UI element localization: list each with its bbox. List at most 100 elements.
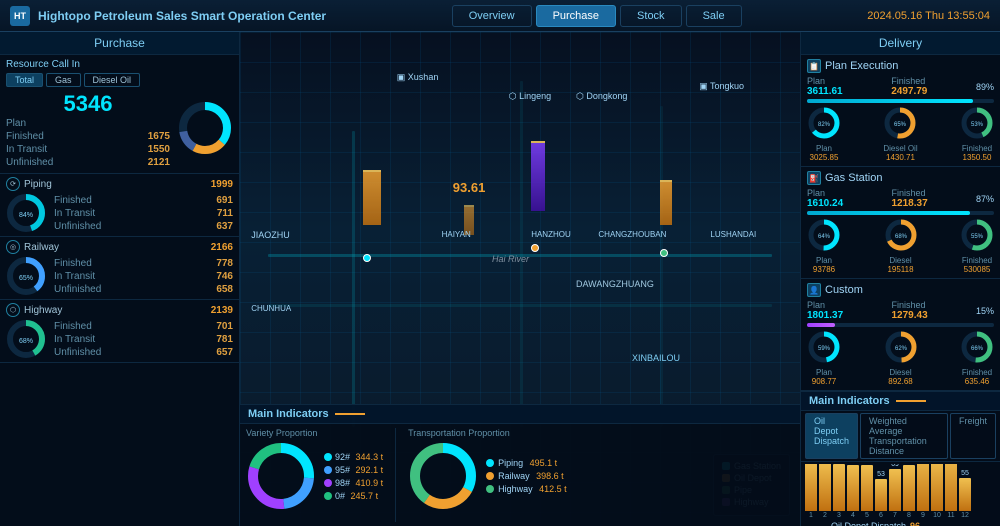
resource-title: Resource Call In xyxy=(6,59,233,70)
custom-icon: 👤 xyxy=(807,283,821,297)
svg-text:55%: 55% xyxy=(971,234,984,240)
right-chart-content: 821822783754755536697758969871095115512 xyxy=(801,462,1000,519)
legend-highway-t: Highway 412.5 t xyxy=(486,484,567,494)
svg-text:64%: 64% xyxy=(818,234,831,240)
label-lushan: LUSHANDAI xyxy=(710,230,756,239)
label-xinbailou: XINBAILOU xyxy=(632,353,680,363)
label-92: 92# xyxy=(335,452,350,462)
highway-icon: ⬡ xyxy=(6,303,20,317)
svg-text:53%: 53% xyxy=(971,122,984,128)
tab-stock[interactable]: Stock xyxy=(620,5,682,27)
tdot-piping xyxy=(486,459,494,467)
tab-purchase[interactable]: Purchase xyxy=(536,5,616,27)
tval-piping: 495.1 t xyxy=(527,458,557,468)
subtab-freight[interactable]: Freight xyxy=(950,413,996,459)
r-bar-item: 969 xyxy=(917,464,929,519)
plan-title: Plan Execution xyxy=(825,60,898,72)
gas-mini-val-2: 195118 xyxy=(884,265,918,274)
label-tongkuo: ▣ Tongkuo xyxy=(699,81,744,92)
r-bar-item: 9511 xyxy=(945,464,957,519)
val-95: 292.1 t xyxy=(353,465,383,475)
left-panel-header: Purchase xyxy=(0,32,239,55)
legend-railway: Railway 398.6 t xyxy=(486,471,567,481)
r-bar-item: 697 xyxy=(889,464,901,519)
piping-plan: 1999 xyxy=(211,179,233,190)
resource-tab-gas[interactable]: Gas xyxy=(46,73,81,87)
piping-section: ⟳ Piping 1999 84% Finished691 In Transit… xyxy=(0,174,239,237)
r-bar-item: 821 xyxy=(805,464,817,519)
r-bar-item: 758 xyxy=(903,464,915,519)
val-98: 410.9 t xyxy=(353,478,383,488)
custom-progress-fill xyxy=(807,323,835,327)
gas-progress-fill xyxy=(807,211,970,215)
resource-section: Resource Call In Total Gas Diesel Oil 53… xyxy=(0,55,239,174)
custom-plan-row: Plan 1801.37 Finished 1279.43 15% xyxy=(807,300,994,321)
top-nav: HT Hightopo Petroleum Sales Smart Operat… xyxy=(0,0,1000,32)
tlabel-railway: Railway xyxy=(498,471,530,481)
custom-plan-val: 1801.37 xyxy=(807,310,843,321)
dispatch-value: 96 xyxy=(910,521,920,526)
right-bottom-title: Main Indicators xyxy=(809,395,890,407)
dot-0 xyxy=(324,492,332,500)
variety-chart-area: 92# 344.3 t 95# 292.1 t xyxy=(246,441,383,511)
custom-title: 👤 Custom xyxy=(807,283,994,297)
subtab-oil-depot[interactable]: Oil Depot Dispatch xyxy=(805,413,858,459)
gas-progress xyxy=(807,211,994,215)
custom-mini-1: 59% Plan 908.77 xyxy=(807,330,841,386)
variety-proportion: Variety Proportion xyxy=(246,428,383,522)
main-layout: Purchase Resource Call In Total Gas Dies… xyxy=(0,32,1000,526)
label-hanzhou: HANZHOU xyxy=(531,230,571,239)
gas-station-section: ⛽ Gas Station Plan 1610.24 Finished 1218… xyxy=(801,167,1000,279)
svg-text:62%: 62% xyxy=(894,346,907,352)
variety-legend: 92# 344.3 t 95# 292.1 t xyxy=(324,452,383,501)
bottom-title-line xyxy=(335,413,365,415)
transport-chart-area: Piping 495.1 t Railway 398.6 t xyxy=(408,441,567,511)
mini-val-2: 1430.71 xyxy=(883,153,917,162)
bar-jiaozhou xyxy=(363,170,381,225)
bar-center xyxy=(531,141,545,211)
dispatch-label: Oil Depot Dispatch xyxy=(831,521,906,526)
tab-overview[interactable]: Overview xyxy=(452,5,532,27)
mini-val-3: 1350.50 xyxy=(960,153,994,162)
gas-plan-val: 1610.24 xyxy=(807,198,843,209)
mini-donut-1: 82% Plan 3025.85 xyxy=(807,106,841,162)
gas-plan-row: Plan 1610.24 Finished 1218.37 87% xyxy=(807,188,994,209)
gas-mini-2: 68% Diesel 195118 xyxy=(884,218,918,274)
label-xushan: ▣ Xushan xyxy=(397,72,439,83)
plan-progress-fill xyxy=(807,99,973,103)
subtab-weighted[interactable]: Weighted Average Transportation Distance xyxy=(860,413,948,459)
label-dongkong: ⬡ Dongkong xyxy=(576,91,627,102)
center-map: ▣ Xushan ⬡ Lingeng ⬡ Dongkong ▣ Tongkuo … xyxy=(240,32,800,526)
railway-icon: ◎ xyxy=(6,240,20,254)
plan-val: 3611.61 xyxy=(807,86,843,97)
svg-text:65%: 65% xyxy=(19,275,33,282)
plan-mini-donuts: 82% Plan 3025.85 65% Diesel Oil 1430.71 xyxy=(807,106,994,162)
plan-percent: 89% xyxy=(976,82,994,92)
highway-section: ⬡ Highway 2139 68% Finished701 In Transi… xyxy=(0,300,239,363)
transport-proportion: Transportation Proportion xyxy=(408,428,567,522)
r-bar-item: 536 xyxy=(875,471,887,519)
railway-label: Railway xyxy=(24,242,59,253)
gas-mini-donuts: 64% Plan 93786 68% Diesel 195118 xyxy=(807,218,994,274)
resource-total: 5346 xyxy=(6,91,170,117)
label-lingeng: ⬡ Lingeng xyxy=(509,91,551,102)
railway-donut: 65% xyxy=(6,256,46,296)
label-changzhou: CHANGZHOUBAN xyxy=(598,230,666,239)
transport-legend: Piping 495.1 t Railway 398.6 t xyxy=(486,458,567,494)
tab-sale[interactable]: Sale xyxy=(686,5,742,27)
legend-0: 0# 245.7 t xyxy=(324,491,383,501)
bottom-left-panel: Main Indicators Variety Proportion xyxy=(240,405,800,526)
plan-progress xyxy=(807,99,994,103)
transport-donut-svg xyxy=(408,441,478,511)
cus-mini-val-2: 892.68 xyxy=(884,377,918,386)
tdot-railway xyxy=(486,472,494,480)
charts-row: Variety Proportion xyxy=(240,424,800,526)
mini-donut-2: 65% Diesel Oil 1430.71 xyxy=(883,106,917,162)
gas-mini-val-3: 530085 xyxy=(960,265,994,274)
bottom-left-title: Main Indicators xyxy=(248,408,329,420)
svg-text:68%: 68% xyxy=(19,338,33,345)
piping-label: Piping xyxy=(24,179,52,190)
bottom-overlay: Main Indicators Variety Proportion xyxy=(240,404,800,526)
resource-tab-diesel[interactable]: Diesel Oil xyxy=(84,73,141,87)
resource-tab-total[interactable]: Total xyxy=(6,73,43,87)
